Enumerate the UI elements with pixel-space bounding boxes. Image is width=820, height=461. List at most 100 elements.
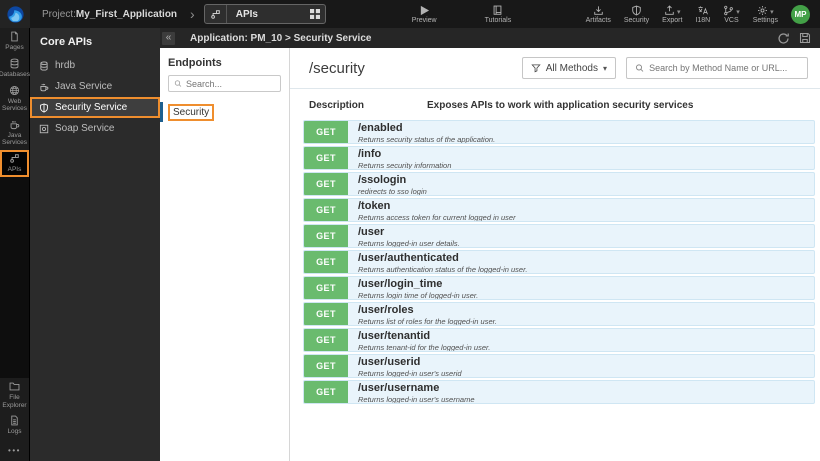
settings-button[interactable]: ▾ Settings [753,4,778,24]
endpoint-row[interactable]: GET /user/roles Returns list of roles fo… [303,302,815,326]
search-icon [635,64,644,72]
chevron-down-icon: ▾ [677,9,681,16]
page-icon [11,31,18,42]
core-api-item-security-service[interactable]: Security Service [30,97,160,118]
sidebar-item-apis[interactable]: APIs [0,149,29,177]
endpoint-description: Returns logged-in user details. [358,239,460,248]
database-icon [10,58,19,69]
endpoint-path: /token [358,200,391,212]
sidebar-item-databases[interactable]: Databases [0,55,30,82]
service-detail-pane: /security All Methods ▾ Description Expo… [290,48,820,461]
method-badge: GET [304,147,348,169]
endpoint-description: Returns logged-in user's userid [358,369,462,378]
wave-logo-icon [6,5,24,23]
endpoint-nav-item-security[interactable]: Security [160,102,289,122]
endpoint-path: /enabled [358,122,403,134]
endpoint-description: Returns logged-in user's username [358,395,475,404]
folder-icon [9,382,20,391]
endpoint-path: /ssologin [358,174,407,186]
chevron-down-icon: ▾ [770,9,774,16]
i18n-button[interactable]: I18N [695,4,710,24]
endpoint-row[interactable]: GET /user/username Returns logged-in use… [303,380,815,404]
endpoints-title: Endpoints [168,57,222,69]
endpoint-row[interactable]: GET /info Returns security information [303,146,815,170]
endpoint-description: Returns login time of logged-in user. [358,291,479,300]
method-search-input[interactable] [649,63,799,73]
translate-icon [697,4,709,16]
tab-apis-label: APIs [235,8,258,20]
coffee-icon [10,121,20,130]
artifacts-button[interactable]: Artifacts [586,4,611,24]
method-badge: GET [304,173,348,195]
api-icon [205,5,227,23]
service-header: /security All Methods ▾ [290,48,820,89]
project-label: Project: [42,8,76,20]
sidebar-bottom-group: File Explorer Logs ••• [0,378,29,461]
endpoint-row[interactable]: GET /user/authenticated Returns authenti… [303,250,815,274]
sidebar-item-logs[interactable]: Logs [0,412,29,439]
play-icon [419,4,430,16]
sidebar-item-file-explorer[interactable]: File Explorer [0,378,29,412]
endpoint-path: /user/userid [358,356,421,368]
core-api-item-soap-service[interactable]: Soap Service [30,118,160,139]
endpoint-description: Returns security information [358,161,452,170]
export-upload-icon [665,5,674,15]
application-bar: « Application: PM_10 > Security Service [160,28,820,48]
shield-icon [40,102,48,113]
endpoint-path: /user/roles [358,304,414,316]
security-button[interactable]: Security [624,4,649,24]
project-name: Project:My_First_Application [42,8,178,20]
core-api-item-java-service[interactable]: Java Service [30,76,160,97]
preview-label: Preview [411,17,437,24]
description-text: Exposes APIs to work with application se… [427,100,694,111]
methods-filter-dropdown[interactable]: All Methods ▾ [521,57,616,79]
save-button[interactable] [799,32,811,44]
sidebar-more-button[interactable]: ••• [0,439,29,461]
user-avatar[interactable]: MP [791,4,810,24]
method-search[interactable] [626,57,808,79]
endpoint-row[interactable]: GET /user/tenantid Returns tenant-id for… [303,328,815,352]
endpoint-row[interactable]: GET /user/login_time Returns login time … [303,276,815,300]
endpoint-description: redirects to sso login [358,187,427,196]
grid-icon[interactable] [305,9,325,19]
endpoint-nav-label: Security [168,103,215,121]
log-file-icon [11,415,18,426]
endpoint-row[interactable]: GET /user Returns logged-in user details… [303,224,815,248]
gear-icon [758,6,768,15]
endpoint-row[interactable]: GET /enabled Returns security status of … [303,120,815,144]
refresh-button[interactable] [777,32,790,45]
methods-filter-label: All Methods [545,62,598,74]
endpoint-list: GET /enabled Returns security status of … [290,120,820,404]
endpoint-row[interactable]: GET /token Returns access token for curr… [303,198,815,222]
app-logo[interactable] [0,0,30,28]
sidebar-item-web-services[interactable]: Web Services [0,82,29,116]
collapse-panel-button[interactable]: « [162,31,175,45]
export-button[interactable]: ▾ Export [662,4,682,24]
endpoints-search[interactable] [168,75,281,92]
endpoints-search-input[interactable] [185,78,275,89]
chevron-down-icon: ▾ [602,63,607,73]
sidebar-top-group: Pages Databases Web Services Java Servic… [0,28,30,177]
sidebar-item-pages[interactable]: Pages [0,28,29,55]
globe-icon [9,85,20,96]
wavemaker-studio-window: Project:My_First_Application › APIs Prev… [0,0,820,461]
top-bar-right-actions: Artifacts Security ▾ Export I18N ▾ VCS ▾… [586,4,820,24]
vcs-button[interactable]: ▾ VCS [723,4,740,24]
database-icon [40,61,48,71]
core-apis-panel: Core APIs hrdb Java Service Security Ser… [30,28,160,461]
endpoint-row[interactable]: GET /user/userid Returns logged-in user'… [303,354,815,378]
method-badge: GET [304,381,348,403]
tutorials-button[interactable]: Tutorials [485,4,511,24]
preview-button[interactable]: Preview [412,4,437,24]
chevron-down-icon: ▾ [736,9,740,16]
api-icon [10,154,19,163]
tutorials-icon [492,4,503,16]
method-badge: GET [304,199,348,221]
endpoint-description: Returns tenant-id for the logged-in user… [358,343,491,352]
sidebar-item-java-services[interactable]: Java Services [0,116,29,150]
endpoint-row[interactable]: GET /ssologin redirects to sso login [303,172,815,196]
endpoint-path: /user/username [358,382,440,394]
tab-apis[interactable]: APIs [203,4,326,24]
core-api-item-hrdb[interactable]: hrdb [30,55,160,76]
